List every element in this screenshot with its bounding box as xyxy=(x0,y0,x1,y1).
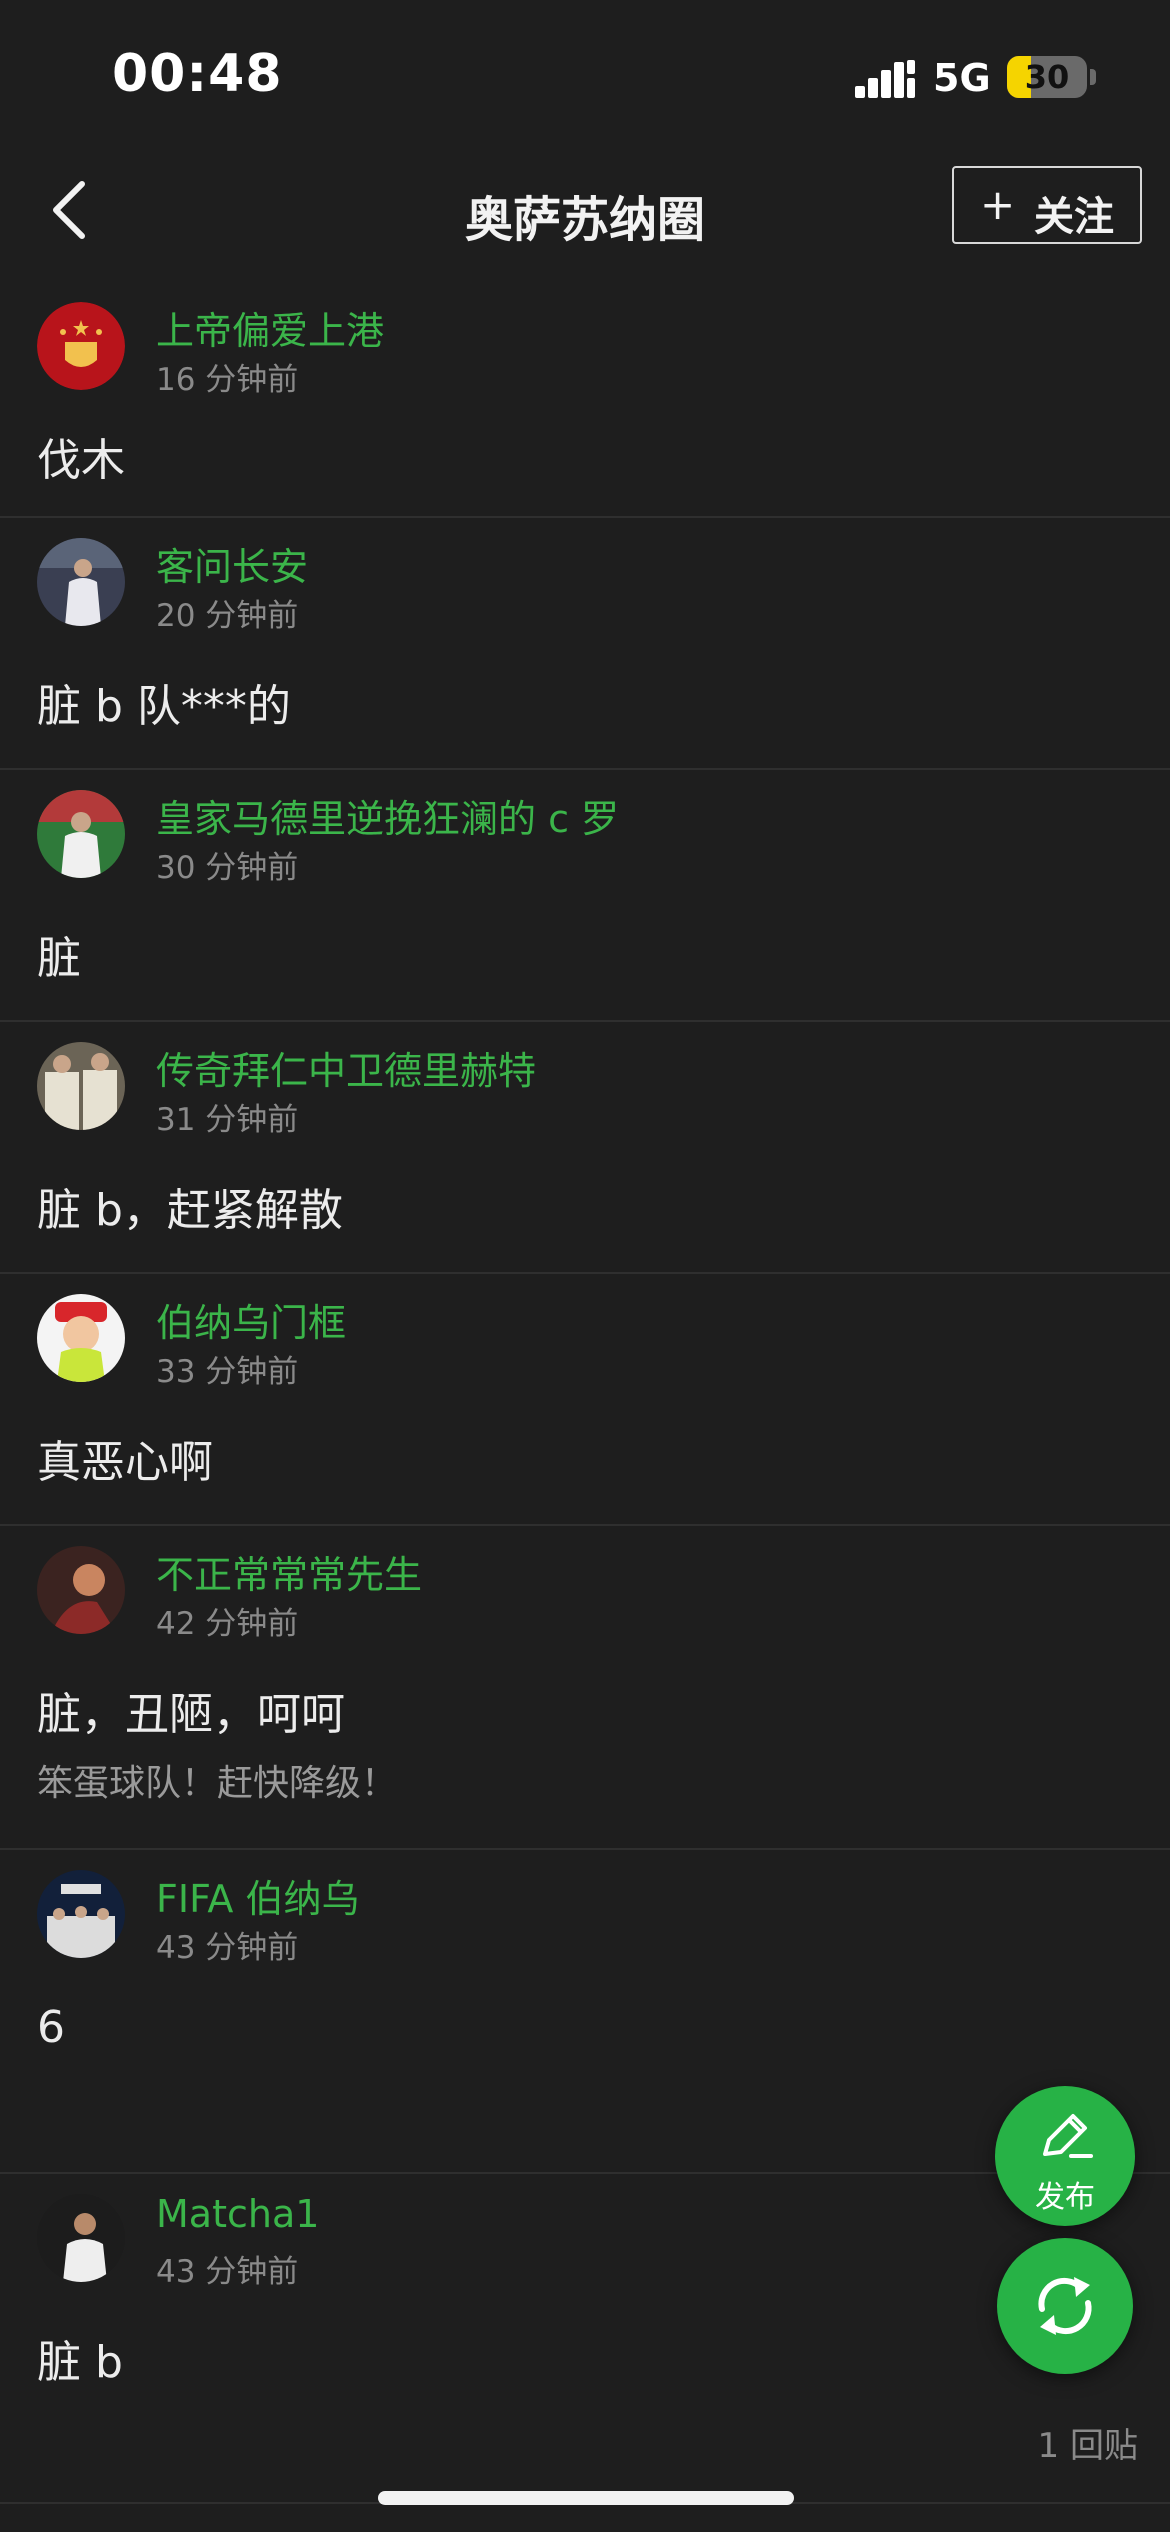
post-item[interactable]: 皇家马德里逆挽狂澜的 c 罗 30 分钟前 脏 xyxy=(0,770,1170,1022)
post-feed: 上帝偏爱上港 16 分钟前 伐木 客问长安 20 分钟前 脏 b 队***的 皇… xyxy=(0,282,1170,2504)
battery-level: 30 xyxy=(1024,58,1070,96)
post-author[interactable]: 传奇拜仁中卫德里赫特 xyxy=(156,1040,536,1095)
post-author[interactable]: 皇家马德里逆挽狂澜的 c 罗 xyxy=(156,788,619,843)
team-photo-icon[interactable] xyxy=(37,1870,125,1958)
post-author[interactable]: 客问长安 xyxy=(156,536,308,591)
reply-count[interactable]: 1 回贴 xyxy=(1038,2418,1138,2467)
post-text: 脏 b xyxy=(37,2337,123,2388)
post-author[interactable]: Matcha1 xyxy=(156,2192,319,2236)
refresh-icon xyxy=(1038,2277,1092,2335)
post-author[interactable]: 上帝偏爱上港 xyxy=(156,300,384,355)
post-item[interactable]: 不正常常常先生 42 分钟前 脏，丑陋，呵呵 笨蛋球队！赶快降级！ xyxy=(0,1526,1170,1850)
club-crest-icon[interactable] xyxy=(37,302,125,390)
player-photo-icon[interactable] xyxy=(37,2194,125,2282)
status-time: 00:48 xyxy=(112,44,283,104)
post-time: 43 分钟前 xyxy=(156,2254,299,2290)
battery-icon: 30 xyxy=(1007,56,1087,98)
refresh-button[interactable] xyxy=(997,2238,1133,2374)
post-text: 脏，丑陋，呵呵 xyxy=(37,1689,345,1740)
status-bar: 00:48 5G 30 xyxy=(0,0,1170,150)
post-time: 30 分钟前 xyxy=(156,850,299,886)
post-item[interactable]: 伯纳乌门框 33 分钟前 真恶心啊 xyxy=(0,1274,1170,1526)
network-type: 5G xyxy=(933,56,991,100)
post-time: 42 分钟前 xyxy=(156,1606,299,1642)
post-author[interactable]: 不正常常常先生 xyxy=(156,1544,422,1599)
publish-label: 发布 xyxy=(1035,2180,1095,2215)
nav-bar: 奥萨苏纳圈 + 关注 xyxy=(0,150,1170,270)
post-text: 伐木 xyxy=(37,435,125,486)
cartoon-child-icon[interactable] xyxy=(37,1294,125,1382)
signal-icon xyxy=(855,60,915,98)
post-time: 33 分钟前 xyxy=(156,1354,299,1390)
post-item[interactable]: 传奇拜仁中卫德里赫特 31 分钟前 脏 b，赶紧解散 xyxy=(0,1022,1170,1274)
battery-cap xyxy=(1090,69,1096,85)
plus-icon: + xyxy=(980,180,1016,229)
post-time: 16 分钟前 xyxy=(156,362,299,398)
post-subtext: 笨蛋球队！赶快降级！ xyxy=(37,1763,398,1804)
post-text: 脏 b，赶紧解散 xyxy=(37,1185,343,1236)
post-time: 20 分钟前 xyxy=(156,598,299,634)
photo-icon[interactable] xyxy=(37,1546,125,1634)
post-time: 31 分钟前 xyxy=(156,1102,299,1138)
post-author[interactable]: 伯纳乌门框 xyxy=(156,1292,346,1347)
player-photo-icon[interactable] xyxy=(37,538,125,626)
post-item[interactable]: Matcha1 43 分钟前 脏 b 1 回贴 xyxy=(0,2174,1170,2504)
post-item[interactable]: 客问长安 20 分钟前 脏 b 队***的 xyxy=(0,518,1170,770)
home-indicator xyxy=(378,2491,794,2505)
follow-label: 关注 xyxy=(1034,194,1114,240)
follow-button[interactable]: + 关注 xyxy=(952,166,1142,244)
pencil-icon xyxy=(1043,2114,1093,2158)
post-text: 6 xyxy=(37,2002,65,2053)
players-photo-icon[interactable] xyxy=(37,1042,125,1130)
post-text: 脏 xyxy=(37,933,81,984)
post-time: 43 分钟前 xyxy=(156,1930,299,1966)
post-text: 脏 b 队***的 xyxy=(37,681,291,732)
post-item[interactable]: FIFA 伯纳乌 43 分钟前 6 xyxy=(0,1850,1170,2174)
post-text: 真恶心啊 xyxy=(37,1437,213,1488)
publish-button[interactable]: 发布 xyxy=(995,2086,1135,2226)
post-item[interactable]: 上帝偏爱上港 16 分钟前 伐木 xyxy=(0,282,1170,518)
post-author[interactable]: FIFA 伯纳乌 xyxy=(156,1868,360,1923)
player-photo-icon[interactable] xyxy=(37,790,125,878)
